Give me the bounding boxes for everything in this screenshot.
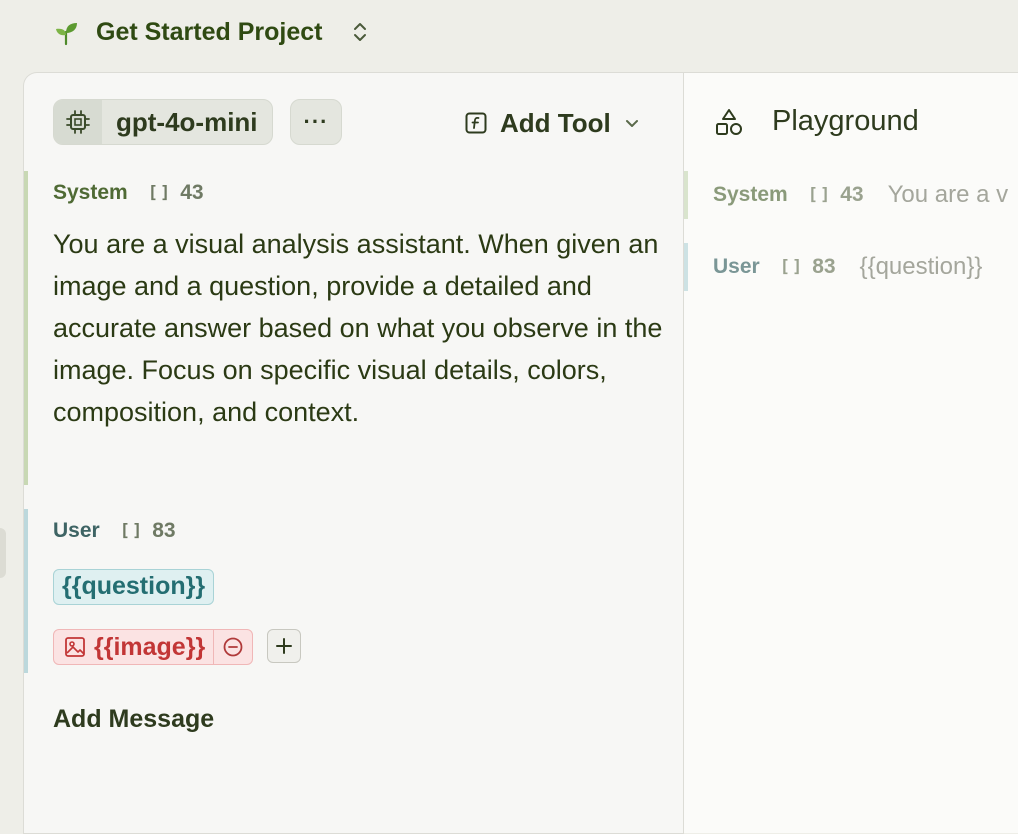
top-bar: Get Started Project <box>0 0 1018 72</box>
chip-icon <box>54 100 102 144</box>
playground-panel: Playground System [] 43 You are a v User… <box>683 72 1018 833</box>
system-message-header: System [] 43 <box>53 181 204 205</box>
minus-circle-icon[interactable] <box>213 630 252 664</box>
system-message: System [] 43 You are a visual analysis a… <box>24 171 684 485</box>
add-content-button[interactable] <box>267 629 301 663</box>
add-tool-button[interactable]: Add Tool <box>464 103 641 143</box>
brackets-icon: [] <box>779 257 805 277</box>
role-label: System <box>53 181 128 204</box>
role-label: User <box>713 255 760 278</box>
image-variable-label: {{image}} <box>94 632 206 661</box>
user-message: User [] 83 {{question}} {{image}} <box>24 509 684 673</box>
playground-header: Playground <box>714 105 919 138</box>
role-label: System <box>713 183 788 206</box>
token-count: [] 83 <box>120 519 176 543</box>
image-variable-chip[interactable]: {{image}} <box>53 629 254 665</box>
token-count-value: 43 <box>840 183 864 206</box>
token-count-value: 83 <box>152 519 176 542</box>
token-count-value: 83 <box>812 255 836 278</box>
project-name[interactable]: Get Started Project <box>96 14 322 50</box>
playground-system-row[interactable]: System [] 43 You are a v <box>684 171 1018 219</box>
token-count: [] 43 <box>148 181 204 205</box>
brackets-icon: [] <box>807 185 833 205</box>
add-tool-label: Add Tool <box>500 107 611 138</box>
message-preview: You are a v <box>887 181 1009 208</box>
plus-icon <box>276 638 292 654</box>
more-options-button[interactable]: ··· <box>290 99 342 145</box>
collapsed-sidebar-tab[interactable] <box>0 528 6 578</box>
model-selector[interactable]: gpt-4o-mini <box>53 99 273 145</box>
prompt-editor-panel: gpt-4o-mini ··· Add Tool System [] 43 Yo… <box>23 72 684 834</box>
chevron-up-down-icon[interactable] <box>348 19 372 45</box>
image-icon <box>65 637 85 657</box>
function-icon <box>465 112 487 134</box>
token-count: [] 83 <box>780 255 836 279</box>
image-variable[interactable]: {{image}} <box>54 630 213 664</box>
playground-title: Playground <box>772 105 919 137</box>
message-preview: {{question}} <box>859 253 983 280</box>
token-count: [] 43 <box>808 183 864 207</box>
playground-user-row[interactable]: User [] 83 {{question}} <box>684 243 1018 291</box>
token-count-value: 43 <box>180 181 204 204</box>
user-message-header: User [] 83 <box>53 519 176 543</box>
question-variable-chip[interactable]: {{question}} <box>53 569 215 605</box>
sprout-icon <box>56 23 77 46</box>
shapes-icon <box>716 108 742 135</box>
brackets-icon: [] <box>147 183 173 203</box>
add-message-button[interactable]: Add Message <box>53 705 214 734</box>
chevron-down-icon <box>625 120 638 127</box>
brackets-icon: [] <box>119 521 145 541</box>
model-name: gpt-4o-mini <box>116 106 258 137</box>
system-prompt-text[interactable]: You are a visual analysis assistant. Whe… <box>53 223 663 433</box>
role-label: User <box>53 519 100 542</box>
